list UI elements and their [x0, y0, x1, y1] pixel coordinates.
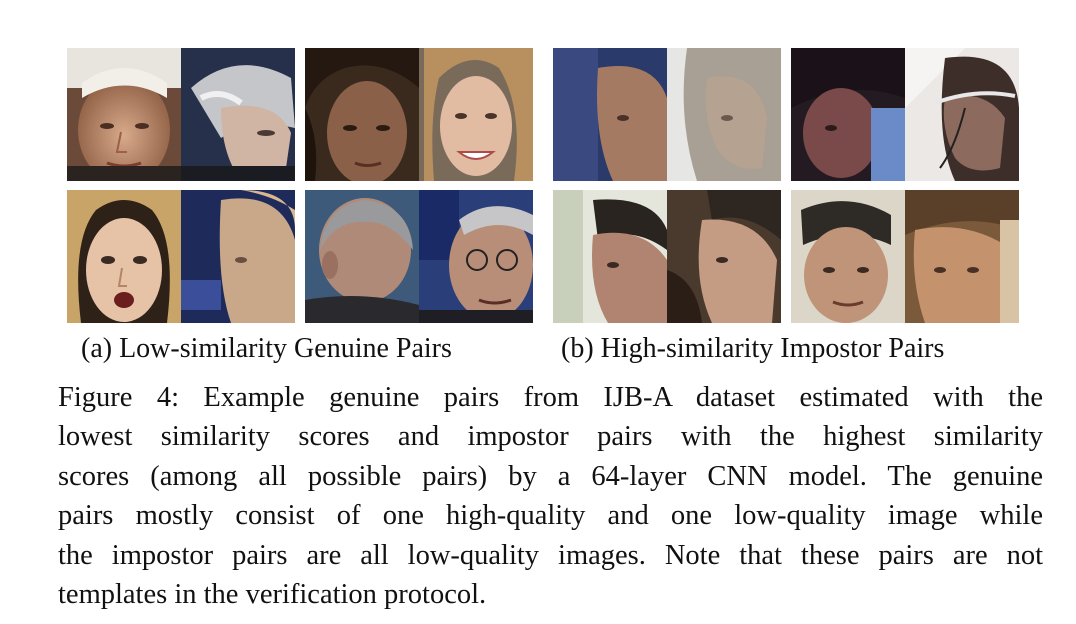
face-image-dark-blurry-face [791, 48, 905, 181]
face-image-dark-haired-profile [553, 190, 667, 323]
panel-b-label: (b) High-similarity Impostor Pairs [561, 333, 945, 364]
caption-line: templates in the verification protocol. [58, 579, 487, 611]
face-image-profile-with-headset [905, 48, 1019, 181]
face-image-blonde-woman-blurry-profile [181, 190, 295, 323]
panel-a-label: (a) Low-similarity Genuine Pairs [81, 333, 452, 364]
face-image-blonde-woman-smiling [419, 48, 533, 181]
caption-line: pairs mostly consist of one high-quality… [58, 500, 1043, 532]
face-image-dark-haired-woman [305, 48, 419, 181]
face-image-grey-haired-man-profile [181, 48, 295, 181]
caption-line: lowest similarity scores and impostor pa… [58, 421, 1043, 453]
face-image-man-low-quality [791, 190, 905, 323]
face-image-blurry-profile-dark [553, 48, 667, 181]
caption-line: scores (among all possible pairs) by a 6… [58, 460, 1043, 492]
caption-line: Figure 4: Example genuine pairs from IJB… [58, 382, 1043, 413]
figure-caption: Figure 4: Example genuine pairs from IJB… [58, 378, 1043, 614]
face-image-man-blurry-turned [905, 190, 1019, 323]
face-image-balding-man-back [305, 190, 419, 323]
face-image-man-with-glasses [419, 190, 533, 323]
face-image-blurry-profile-grey [667, 48, 781, 181]
face-image-blonde-woman-surprised [67, 190, 181, 323]
face-image-older-man [67, 48, 181, 181]
caption-line: the impostor pairs are all low-quality i… [58, 539, 1043, 571]
face-image-man-profile-right [667, 190, 781, 323]
